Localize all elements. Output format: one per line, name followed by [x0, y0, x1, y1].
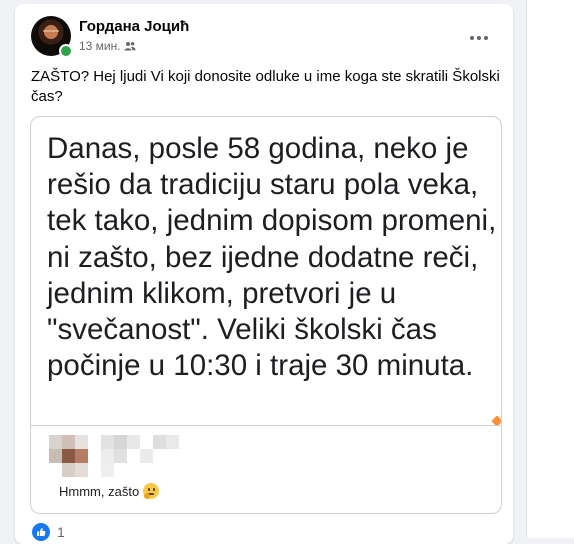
like-icon [31, 522, 51, 542]
card-reply-text: Hmmm, zašto [59, 483, 140, 499]
author-name[interactable]: Гордана Јоцић [79, 18, 189, 35]
online-status-icon [59, 44, 73, 58]
right-panel-edge [526, 0, 574, 538]
post-timestamp[interactable]: 13 мин. [79, 39, 121, 53]
friends-icon[interactable] [124, 40, 136, 52]
more-options-button[interactable] [461, 20, 497, 56]
shared-text-card[interactable]: Danas, posle 58 godina, neko je rešio da… [30, 116, 502, 514]
post-meta: 13 мин. [79, 39, 136, 53]
avatar-glasses-detail [43, 30, 59, 37]
author-avatar[interactable] [31, 16, 73, 58]
blurred-profile-image [49, 435, 179, 479]
feed-post: Гордана Јоцић 13 мин. ZAŠTO? Hej ljudi V… [15, 4, 513, 544]
post-body-text: ZAŠTO? Hej ljudi Vi koji donosite odluke… [31, 68, 500, 105]
card-reply-line: Hmmm, zašto [59, 483, 160, 499]
thinking-face-icon [143, 483, 160, 499]
card-quote-text: Danas, posle 58 godina, neko je rešio da… [47, 132, 497, 383]
post-header: Гордана Јоцић 13 мин. [15, 4, 513, 64]
card-divider [31, 425, 501, 426]
reactions-bar[interactable]: 1 [31, 522, 65, 542]
more-dots-icon [470, 36, 488, 40]
